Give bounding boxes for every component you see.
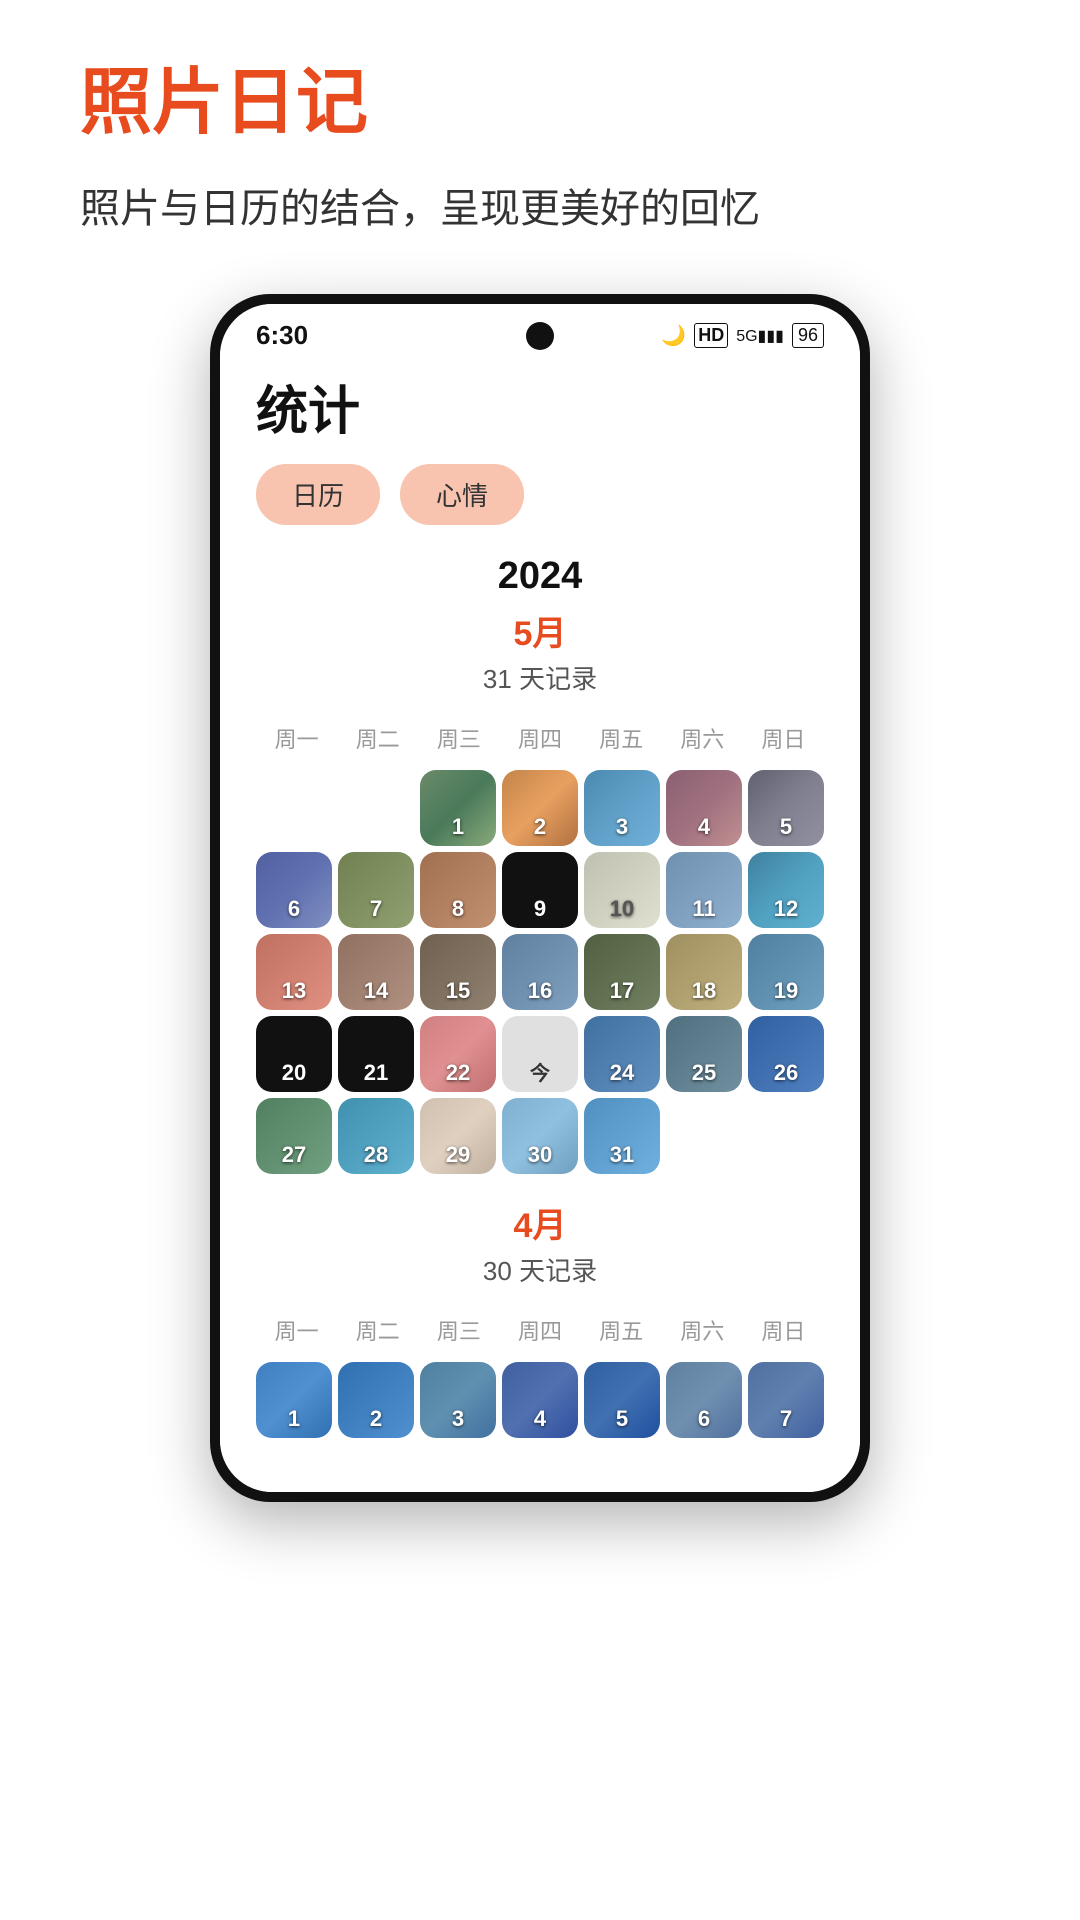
cal-day-3[interactable]: 3 (584, 770, 660, 846)
empty-cell (256, 770, 332, 846)
cal-day-5[interactable]: 5 (748, 770, 824, 846)
weekday-wed: 周三 (418, 1308, 499, 1352)
weekday-thu: 周四 (499, 716, 580, 760)
weekday-sat: 周六 (662, 1308, 743, 1352)
cal-day-24[interactable]: 24 (584, 1016, 660, 1092)
april-cal-day-4[interactable]: 4 (502, 1362, 578, 1438)
weekday-tue: 周二 (337, 1308, 418, 1352)
empty-cell (748, 1098, 824, 1174)
cal-day-8[interactable]: 8 (420, 852, 496, 928)
weekday-tue: 周二 (337, 716, 418, 760)
cal-day-16[interactable]: 16 (502, 934, 578, 1010)
weekday-sun: 周日 (743, 716, 824, 760)
status-icons: 🌙 HD 5G▮▮▮ 96 (661, 323, 824, 348)
cal-day-7[interactable]: 7 (338, 852, 414, 928)
cal-day-27[interactable]: 27 (256, 1098, 332, 1174)
cal-day-14[interactable]: 14 (338, 934, 414, 1010)
camera-notch (526, 322, 554, 350)
weekday-mon: 周一 (256, 1308, 337, 1352)
cal-day-1[interactable]: 1 (420, 770, 496, 846)
moon-icon: 🌙 (661, 323, 686, 348)
empty-cell (338, 770, 414, 846)
april-cal-day-2[interactable]: 2 (338, 1362, 414, 1438)
april-cal-day-7[interactable]: 7 (748, 1362, 824, 1438)
cal-day-26[interactable]: 26 (748, 1016, 824, 1092)
april-weekday-row: 周一 周二 周三 周四 周五 周六 周日 (256, 1308, 824, 1352)
weekday-thu: 周四 (499, 1308, 580, 1352)
year-label: 2024 (256, 555, 824, 598)
april-cal-day-3[interactable]: 3 (420, 1362, 496, 1438)
may-weekday-row: 周一 周二 周三 周四 周五 周六 周日 (256, 716, 824, 760)
cal-day-18[interactable]: 18 (666, 934, 742, 1010)
phone-content: 统计 日历 心情 2024 5月 31 天记录 周一 周二 周三 周四 周五 (220, 359, 860, 1492)
weekday-sun: 周日 (743, 1308, 824, 1352)
app-title: 照片日记 (80, 60, 1000, 146)
april-cal-day-1[interactable]: 1 (256, 1362, 332, 1438)
cal-day-28[interactable]: 28 (338, 1098, 414, 1174)
cal-day-4[interactable]: 4 (666, 770, 742, 846)
cal-day-30[interactable]: 30 (502, 1098, 578, 1174)
may-calendar-grid: 1 2 3 4 5 6 7 8 9 10 11 12 13 14 15 (256, 770, 824, 1174)
cal-day-20[interactable]: 20 (256, 1016, 332, 1092)
screen-title: 统计 (256, 369, 824, 444)
cal-day-11[interactable]: 11 (666, 852, 742, 928)
april-label: 4月 (256, 1198, 824, 1247)
cal-day-10[interactable]: 10 (584, 852, 660, 928)
cal-day-19[interactable]: 19 (748, 934, 824, 1010)
cal-day-9[interactable]: 9 (502, 852, 578, 928)
april-cal-day-5[interactable]: 5 (584, 1362, 660, 1438)
cal-day-12[interactable]: 12 (748, 852, 824, 928)
weekday-fri: 周五 (581, 1308, 662, 1352)
may-label: 5月 (256, 606, 824, 655)
cal-day-13[interactable]: 13 (256, 934, 332, 1010)
april-record: 30 天记录 (256, 1251, 824, 1288)
weekday-fri: 周五 (581, 716, 662, 760)
cal-day-15[interactable]: 15 (420, 934, 496, 1010)
cal-day-17[interactable]: 17 (584, 934, 660, 1010)
cal-day-25[interactable]: 25 (666, 1016, 742, 1092)
page-header: 照片日记 照片与日历的结合，呈现更美好的回忆 (0, 0, 1080, 254)
phone-frame: 6:30 🌙 HD 5G▮▮▮ 96 统计 日历 心情 (210, 294, 870, 1502)
cal-day-31[interactable]: 31 (584, 1098, 660, 1174)
april-calendar-grid: 1 2 3 4 5 6 7 (256, 1362, 824, 1438)
cal-day-today[interactable]: 今 (502, 1016, 578, 1092)
cal-day-6[interactable]: 6 (256, 852, 332, 928)
weekday-mon: 周一 (256, 716, 337, 760)
app-subtitle: 照片与日历的结合，呈现更美好的回忆 (80, 176, 1000, 234)
battery-icon: 96 (792, 323, 824, 348)
cal-day-22[interactable]: 22 (420, 1016, 496, 1092)
signal-icon: 5G▮▮▮ (736, 326, 784, 346)
cal-day-29[interactable]: 29 (420, 1098, 496, 1174)
status-bar: 6:30 🌙 HD 5G▮▮▮ 96 (220, 304, 860, 359)
hd-icon: HD (694, 323, 728, 348)
empty-cell (666, 1098, 742, 1174)
phone-inner: 6:30 🌙 HD 5G▮▮▮ 96 统计 日历 心情 (220, 304, 860, 1492)
cal-day-21[interactable]: 21 (338, 1016, 414, 1092)
tab-mood[interactable]: 心情 (400, 464, 524, 525)
phone-frame-wrapper: 6:30 🌙 HD 5G▮▮▮ 96 统计 日历 心情 (0, 294, 1080, 1502)
weekday-sat: 周六 (662, 716, 743, 760)
status-time: 6:30 (256, 320, 308, 351)
tab-row: 日历 心情 (256, 464, 824, 525)
weekday-wed: 周三 (418, 716, 499, 760)
tab-calendar[interactable]: 日历 (256, 464, 380, 525)
cal-day-2[interactable]: 2 (502, 770, 578, 846)
may-record: 31 天记录 (256, 659, 824, 696)
april-cal-day-6[interactable]: 6 (666, 1362, 742, 1438)
